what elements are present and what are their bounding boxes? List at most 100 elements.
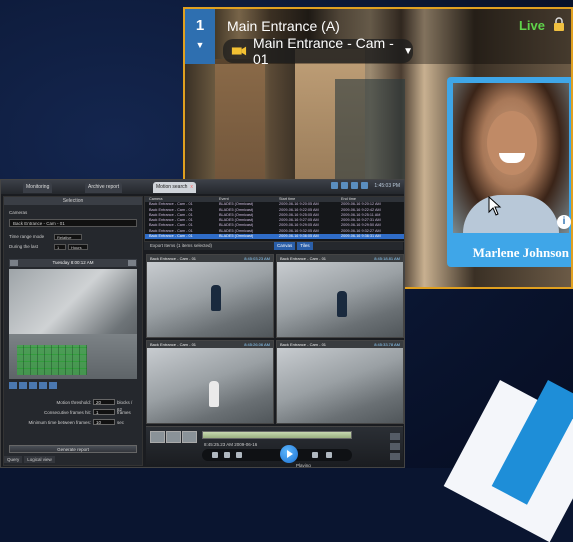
person-name: Marlene Johnson [472,245,569,260]
selected-camera-label: Main Entrance - Cam - 01 [252,35,394,67]
tile-video [147,262,273,337]
chevron-down-icon[interactable]: ▼ [403,46,413,57]
selector-bottom-tabs: Query Logical view [4,456,55,463]
toolbar-icon[interactable] [351,182,359,189]
tile-title-bar: Back Entrance - Cam - 01 8:45:18.81 AM [277,255,403,262]
tile-person [209,381,219,407]
video-tile[interactable]: Back Entrance - Cam - 01 8:45:26.06 AM [146,340,274,424]
tile-timestamp: 8:45:18.81 AM [374,256,400,261]
tool-icon[interactable] [29,382,37,389]
tool-icon[interactable] [39,382,47,389]
tool-icon[interactable] [19,382,27,389]
side-buttons [390,433,400,460]
tab-motion-search[interactable]: Motion search x [153,182,196,193]
clock: 1:45:03 PM [374,183,400,189]
generate-report-button[interactable]: Generate report [9,445,137,453]
view-tabs: Canvas Tiles [274,242,313,250]
camera-field[interactable]: Back Entrance - Cam - 01 [9,219,137,227]
cameras-section-label: Cameras [9,210,28,215]
side-button[interactable] [390,453,400,460]
player-status: Playing [296,463,311,468]
motion-grid-overlay[interactable] [17,345,87,375]
cell-event: BLADE5 (Omnicast) [219,234,254,239]
date-navigator: Tuesday 8:00:12 AM [9,259,137,267]
tile-title-bar: Back Entrance - Cam - 01 8:45:26.06 AM [147,341,273,348]
thumbnail[interactable] [166,431,181,443]
during-unit-select[interactable]: Hours [68,244,88,250]
step-back-icon[interactable] [224,452,230,458]
tile-title: Back Entrance - Cam - 01 [280,256,327,261]
lock-icon[interactable] [553,17,565,31]
info-icon[interactable]: i [557,215,571,229]
close-icon[interactable]: x [190,184,193,190]
toolbar-icon[interactable] [361,182,369,189]
time-range-label: Time range mode [9,234,45,239]
tab-tiles[interactable]: Tiles [297,242,313,250]
camera-view-title: Main Entrance (A) [227,18,340,34]
playback-time: 8:45:25.23 AM 2009-06-16 [204,442,258,447]
thumbnail[interactable] [182,431,197,443]
player-control-bar [202,445,352,463]
side-button[interactable] [390,433,400,440]
consecutive-frames-input[interactable]: 1 [93,409,115,415]
thumbnail[interactable] [150,431,165,443]
camera-icon [231,46,247,56]
min-time-row: Minimum time between frames: 10 sec [9,419,137,426]
table-row-selected[interactable]: Back Entrance - Cam - 01 BLADE5 (Omnicast… [145,234,404,240]
camera-selector-dropdown[interactable]: Main Entrance - Cam - 01 ▼ [223,35,413,67]
photo-face [487,111,537,175]
tab-canvas[interactable]: Canvas [274,242,296,250]
time-range-select[interactable]: Relative [54,234,82,240]
tile-number: 1 [195,17,205,34]
cell-end: 2009-06-16 9:36:31 AM [341,234,381,239]
min-time-label: Minimum time between frames: [28,420,91,425]
step-forward-icon[interactable] [312,452,318,458]
security-app-window: Monitoring Archive report Motion search x… [0,179,405,468]
selector-panel-header: Selection [4,197,142,205]
tab-query[interactable]: Query [4,456,23,463]
tile-title: Back Entrance - Cam - 01 [280,342,327,347]
during-value-input[interactable]: 1 [54,244,66,250]
tab-logical-view[interactable]: Logical view [24,456,55,463]
tool-icon[interactable] [49,382,57,389]
tile-title: Back Entrance - Cam - 01 [150,342,197,347]
tool-icon[interactable] [9,382,17,389]
prev-date-button[interactable] [10,260,18,266]
tile-title-bar: Back Entrance - Cam - 01 8:45:33.78 AM [277,341,403,348]
rewind-icon[interactable] [212,452,218,458]
toolbar-icon[interactable] [341,182,349,189]
video-tile[interactable]: Back Entrance - Cam - 01 8:45:33.78 AM [276,340,404,424]
tab-label: Monitoring [26,184,50,190]
video-tiles-grid: Back Entrance - Cam - 01 8:45:03.23 AM Ba… [146,254,404,424]
tile-title: Back Entrance - Cam - 01 [150,256,197,261]
camera-preview[interactable] [9,269,137,379]
timeline-scrubber[interactable] [202,431,352,439]
tab-label: Archive report [88,184,120,190]
motion-tool-row [9,382,57,389]
motion-threshold-input[interactable]: 20 [93,399,115,405]
during-label: During the last [9,244,39,249]
app-tab-bar: Monitoring Archive report Motion search x… [1,180,404,194]
slow-icon[interactable] [236,452,242,458]
tab-archive-report[interactable]: Archive report [85,182,123,193]
chevron-down-icon[interactable]: ▼ [185,40,215,50]
min-time-input[interactable]: 10 [93,419,115,425]
video-tile[interactable]: Back Entrance - Cam - 01 8:45:18.81 AM [276,254,404,338]
next-date-button[interactable] [128,260,136,266]
side-button[interactable] [390,443,400,450]
toolbar-icon[interactable] [331,182,339,189]
tile-number-tab[interactable]: 1 ▼ [185,9,215,64]
min-time-unit: sec [117,420,125,425]
playback-controls: 8:45:25.23 AM 2009-06-16 Playing [146,426,403,467]
tile-timestamp: 8:45:33.78 AM [374,342,400,347]
fast-forward-icon[interactable] [326,452,332,458]
results-table: Camera Event Start time End time Back En… [144,196,404,242]
person-photo [453,83,569,233]
tab-monitoring[interactable]: Monitoring [23,182,53,193]
tab-label: Motion search [156,184,188,190]
video-tile[interactable]: Back Entrance - Cam - 01 8:45:03.23 AM [146,254,274,338]
tile-person [337,291,347,317]
person-id-card: Marlene Johnson i [447,77,571,267]
play-button[interactable] [280,445,298,463]
toolbar-icons: 1:45:03 PM [331,182,400,190]
